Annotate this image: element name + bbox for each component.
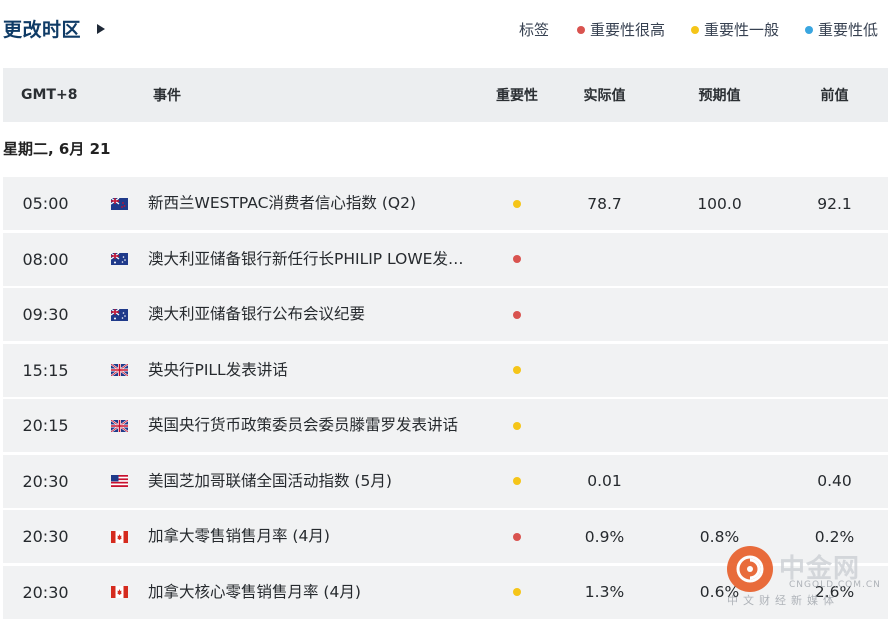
column-importance: 重要性	[496, 88, 538, 104]
previous-value: 0.40	[817, 472, 852, 490]
date-heading: 星期二, 6月 21	[3, 140, 111, 158]
event-name[interactable]: 澳大利亚储备银行公布会议纪要	[148, 288, 488, 341]
event-name[interactable]: 加拿大零售销售月率 (4月)	[148, 510, 488, 563]
event-time: 08:00	[22, 249, 69, 269]
event-time: 20:30	[22, 582, 69, 602]
country-flag-icon	[103, 233, 135, 286]
country-flag-icon	[103, 566, 135, 619]
importance-cell	[487, 566, 547, 619]
country-flag-icon	[103, 288, 135, 341]
country-flag-icon	[103, 455, 135, 508]
event-name[interactable]: 英央行PILL发表讲话	[148, 344, 488, 397]
importance-dot-icon	[513, 532, 521, 541]
high-importance-dot-icon	[576, 25, 585, 34]
importance-cell	[487, 233, 547, 286]
importance-legend: 标签 重要性很高 重要性一般 重要性低	[519, 19, 878, 40]
actual-value: 0.01	[587, 472, 622, 490]
forecast-value: 0.8%	[699, 527, 740, 546]
event-name[interactable]: 美国芝加哥联储全国活动指数 (5月)	[148, 455, 488, 508]
importance-dot-icon	[513, 255, 521, 263]
actual-value	[563, 288, 646, 341]
event-row[interactable]: 20:15 英国央行货币政策委员会委员滕雷罗发表讲话	[3, 399, 888, 452]
event-time: 15:15	[22, 360, 69, 380]
event-name[interactable]: 新西兰WESTPAC消费者信心指数 (Q2)	[148, 177, 488, 230]
previous-value: 92.1	[817, 194, 852, 213]
legend-item-high: 重要性很高	[576, 19, 665, 40]
actual-value: 0.9%	[584, 527, 625, 546]
legend-label-high: 重要性很高	[589, 21, 665, 39]
previous-value	[793, 288, 876, 341]
legend-item-low: 重要性低	[804, 19, 878, 40]
importance-dot-icon	[513, 199, 521, 208]
low-importance-dot-icon	[804, 25, 813, 34]
event-name[interactable]: 加拿大核心零售销售月率 (4月)	[148, 566, 488, 619]
column-actual: 实际值	[583, 88, 626, 104]
event-list: 05:00 新西兰WESTPAC消费者信心指数 (Q2) 78.7 100.0 …	[3, 177, 888, 621]
actual-value: 78.7	[587, 194, 622, 213]
table-header: GMT+8 事件 重要性 实际值 预期值 前值	[3, 68, 888, 122]
legend-item-medium: 重要性一般	[690, 19, 779, 40]
column-timezone[interactable]: GMT+8	[21, 68, 77, 122]
importance-cell	[487, 177, 547, 230]
column-previous: 前值	[820, 88, 849, 104]
event-time: 20:30	[22, 527, 69, 546]
event-row[interactable]: 09:30 澳大利亚储备银行公布会议纪要	[3, 288, 888, 341]
importance-cell	[487, 510, 547, 563]
previous-value	[793, 344, 876, 397]
forecast-value	[678, 455, 761, 508]
event-time: 05:00	[22, 194, 69, 213]
importance-dot-icon	[513, 366, 521, 374]
event-time: 20:15	[22, 416, 69, 435]
actual-value: 1.3%	[584, 583, 625, 601]
previous-value	[793, 233, 876, 286]
forecast-value	[678, 344, 761, 397]
event-row[interactable]: 15:15 英央行PILL发表讲话	[3, 343, 888, 397]
importance-dot-icon	[513, 477, 521, 485]
event-row[interactable]: 20:30 加拿大核心零售销售月率 (4月) 1.3% 0.6% 2.6%	[3, 565, 888, 619]
importance-dot-icon	[513, 310, 521, 319]
event-time: 09:30	[22, 305, 69, 324]
actual-value	[563, 344, 646, 397]
legend-label-low: 重要性低	[817, 21, 878, 39]
legend-label-medium: 重要性一般	[703, 21, 779, 39]
forecast-value	[678, 399, 761, 452]
medium-importance-dot-icon	[690, 25, 699, 34]
country-flag-icon	[103, 399, 135, 452]
column-event: 事件	[153, 88, 181, 104]
event-time: 20:30	[22, 471, 69, 491]
previous-value: 2.6%	[814, 583, 855, 601]
forecast-value	[678, 233, 761, 286]
event-name[interactable]: 英国央行货币政策委员会委员滕雷罗发表讲话	[148, 399, 488, 452]
event-row[interactable]: 20:30 加拿大零售销售月率 (4月) 0.9% 0.8% 0.2%	[3, 510, 888, 563]
forecast-value: 100.0	[697, 194, 742, 213]
previous-value: 0.2%	[814, 527, 855, 546]
column-forecast: 预期值	[698, 88, 741, 104]
top-bar: 更改时区 标签 重要性很高 重要性一般 重要性低	[0, 0, 891, 64]
event-row[interactable]: 20:30 美国芝加哥联储全国活动指数 (5月) 0.01 0.40	[3, 454, 888, 508]
importance-dot-icon	[513, 421, 521, 430]
importance-cell	[487, 288, 547, 341]
event-row[interactable]: 08:00 澳大利亚储备银行新任行长PHILIP LOWE发…	[3, 232, 888, 286]
country-flag-icon	[103, 344, 135, 397]
actual-value	[563, 233, 646, 286]
forecast-value	[678, 288, 761, 341]
forecast-value: 0.6%	[699, 583, 740, 601]
change-timezone-link[interactable]: 更改时区	[3, 15, 106, 42]
event-row[interactable]: 05:00 新西兰WESTPAC消费者信心指数 (Q2) 78.7 100.0 …	[3, 177, 888, 230]
legend-title: 标签	[518, 21, 549, 39]
event-name[interactable]: 澳大利亚储备银行新任行长PHILIP LOWE发…	[148, 233, 488, 286]
importance-cell	[487, 399, 547, 452]
actual-value	[563, 399, 646, 452]
previous-value	[793, 399, 876, 452]
country-flag-icon	[103, 177, 135, 230]
caret-right-icon[interactable]	[97, 23, 106, 34]
importance-cell	[487, 455, 547, 508]
importance-cell	[487, 344, 547, 397]
country-flag-icon	[103, 510, 135, 563]
change-timezone-label[interactable]: 更改时区	[3, 15, 81, 42]
importance-dot-icon	[513, 588, 521, 596]
